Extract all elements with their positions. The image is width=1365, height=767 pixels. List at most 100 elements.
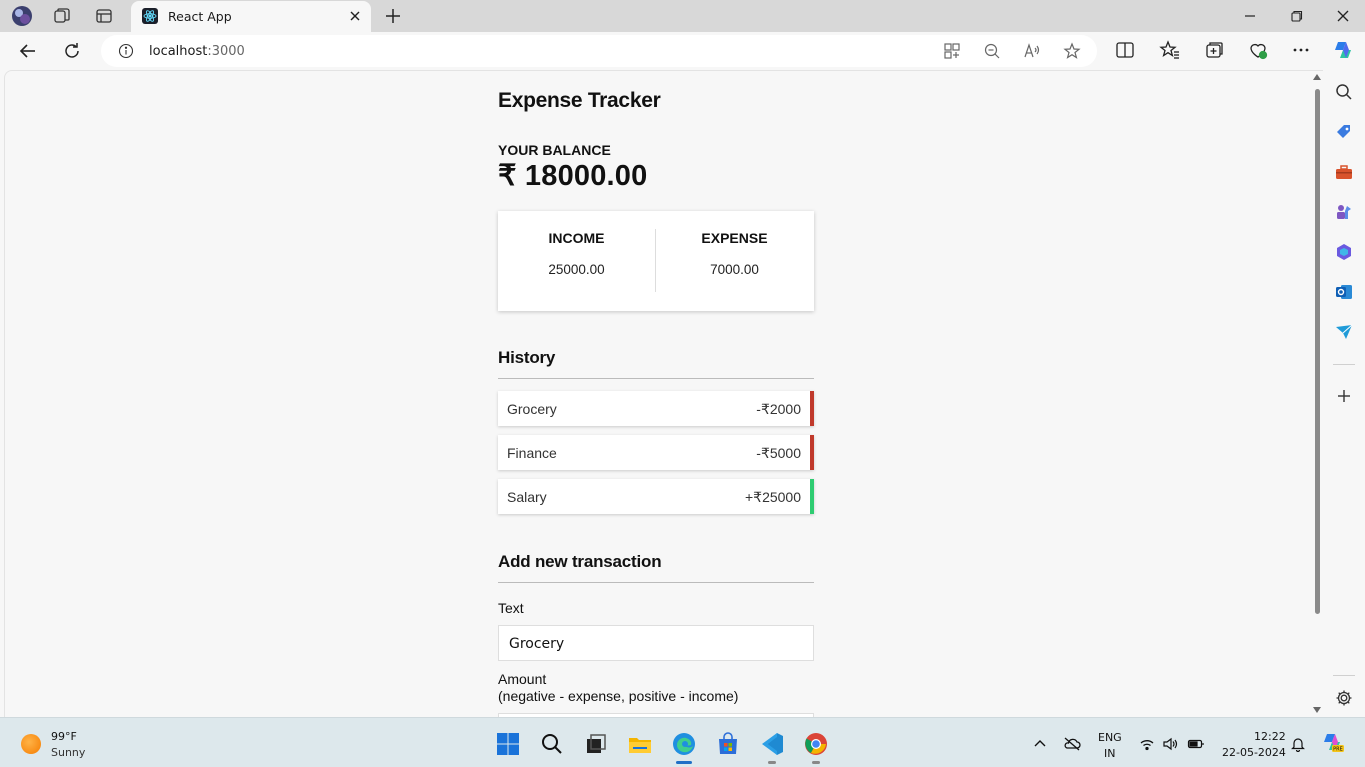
tab-title: React App	[168, 9, 232, 24]
history-item-text: Salary	[507, 489, 547, 505]
browser-essentials-icon[interactable]	[1247, 39, 1269, 61]
history-item-amount: -₹2000	[756, 401, 801, 417]
file-explorer-icon[interactable]	[627, 731, 653, 757]
history-item-amount: +₹25000	[744, 489, 801, 505]
tab-actions-icon[interactable]	[92, 4, 116, 28]
add-sidebar-app-icon[interactable]	[1334, 386, 1354, 406]
sun-weather-icon[interactable]	[21, 734, 41, 754]
amount-hint: (negative - expense, positive - income)	[498, 688, 739, 704]
office-icon[interactable]	[1334, 242, 1354, 262]
refresh-icon[interactable]	[60, 39, 84, 63]
tab-react-app[interactable]: React App	[131, 1, 371, 32]
battery-icon[interactable]	[1187, 736, 1204, 752]
text-input[interactable]: Grocery	[498, 625, 814, 661]
weather-condition[interactable]: Sunny	[51, 746, 85, 759]
expense-label: EXPENSE	[701, 230, 768, 246]
task-view-icon[interactable]	[583, 731, 609, 757]
outlook-icon[interactable]	[1334, 282, 1354, 302]
copilot-preview-icon[interactable]: PRE	[1322, 732, 1344, 754]
expense-value: 7000.00	[710, 262, 759, 277]
running-app-indicator	[812, 761, 820, 764]
history-item-text: Finance	[507, 445, 557, 461]
url-text: localhost:3000	[149, 44, 245, 59]
active-app-indicator	[676, 761, 692, 764]
balance-label: YOUR BALANCE	[498, 142, 611, 158]
chrome-icon[interactable]	[803, 731, 829, 757]
income-value: 25000.00	[548, 262, 605, 277]
income-label: INCOME	[548, 230, 605, 246]
new-tab-button[interactable]	[381, 4, 405, 28]
add-transaction-heading: Add new transaction	[498, 552, 814, 583]
clock-time[interactable]: 12:22	[1254, 730, 1286, 743]
restore-icon[interactable]	[1284, 4, 1308, 28]
settings-gear-icon[interactable]	[1334, 688, 1354, 708]
edge-browser-icon[interactable]	[671, 731, 697, 757]
send-drop-icon[interactable]	[1334, 322, 1354, 342]
history-item[interactable]: Grocery -₹2000	[498, 391, 814, 426]
browser-tab-bar: React App	[0, 0, 1365, 32]
expense-indicator	[810, 435, 814, 470]
amount-label: Amount	[498, 671, 547, 687]
shopping-tag-icon[interactable]	[1334, 122, 1354, 142]
collections-icon[interactable]	[1203, 39, 1225, 61]
history-item[interactable]: Finance -₹5000	[498, 435, 814, 470]
more-menu-icon[interactable]	[1290, 39, 1312, 61]
search-icon[interactable]	[1334, 82, 1354, 102]
vscode-icon[interactable]	[759, 731, 785, 757]
expense-indicator	[810, 391, 814, 426]
zoom-out-icon[interactable]	[983, 42, 1001, 60]
income-expense-card: INCOME 25000.00 EXPENSE 7000.00	[498, 211, 814, 311]
scrollbar-thumb[interactable]	[1315, 89, 1320, 614]
text-input-value: Grocery	[509, 636, 565, 652]
edge-sidebar	[1323, 70, 1365, 717]
history-heading: History	[498, 348, 814, 379]
microsoft-store-icon[interactable]	[715, 731, 741, 757]
site-info-icon[interactable]	[118, 43, 134, 59]
favorites-icon[interactable]	[1159, 39, 1181, 61]
app-available-icon[interactable]	[943, 42, 961, 60]
vertical-scrollbar[interactable]	[1310, 71, 1323, 717]
tools-toolbox-icon[interactable]	[1334, 162, 1354, 182]
onedrive-offline-icon[interactable]	[1063, 736, 1081, 752]
sidebar-separator	[1333, 364, 1355, 365]
history-item-text: Grocery	[507, 401, 557, 417]
svg-text:PRE: PRE	[1333, 747, 1343, 753]
windows-start-icon[interactable]	[495, 731, 521, 757]
history-item[interactable]: Salary +₹25000	[498, 479, 814, 514]
language-indicator[interactable]: ENG	[1098, 731, 1122, 744]
workspaces-icon[interactable]	[50, 4, 74, 28]
expense-column: EXPENSE 7000.00	[656, 211, 813, 311]
clock-date[interactable]: 22-05-2024	[1222, 746, 1286, 759]
notification-bell-icon[interactable]	[1290, 736, 1306, 753]
scroll-up-arrow-icon[interactable]	[1313, 74, 1321, 80]
read-aloud-icon[interactable]	[1023, 42, 1041, 60]
close-window-icon[interactable]	[1331, 4, 1355, 28]
split-screen-icon[interactable]	[1114, 39, 1136, 61]
language-region[interactable]: IN	[1104, 747, 1115, 760]
sidebar-separator	[1333, 675, 1355, 676]
text-label: Text	[498, 600, 524, 616]
windows-taskbar: 99°F Sunny ENG IN 12:22 22-05-2024 PRE	[0, 717, 1365, 767]
taskbar-search-icon[interactable]	[539, 731, 565, 757]
back-arrow-icon[interactable]	[16, 39, 40, 63]
games-chess-icon[interactable]	[1334, 202, 1354, 222]
history-item-amount: -₹5000	[756, 445, 801, 461]
running-app-indicator	[768, 761, 776, 764]
balance-value: ₹ 18000.00	[498, 160, 648, 192]
profile-avatar-icon[interactable]	[10, 4, 34, 28]
weather-temperature[interactable]: 99°F	[51, 730, 77, 743]
react-logo-icon	[142, 8, 158, 24]
copilot-icon[interactable]	[1332, 39, 1354, 61]
volume-icon[interactable]	[1162, 736, 1178, 752]
minimize-icon[interactable]	[1238, 4, 1262, 28]
favorite-star-icon[interactable]	[1063, 42, 1081, 60]
income-indicator	[810, 479, 814, 514]
app-title: Expense Tracker	[498, 89, 661, 112]
browser-toolbar: localhost:3000	[0, 32, 1365, 70]
close-tab-icon[interactable]	[347, 8, 363, 24]
scroll-down-arrow-icon[interactable]	[1313, 707, 1321, 713]
chevron-up-icon[interactable]	[1032, 736, 1048, 752]
page-viewport: Expense Tracker YOUR BALANCE ₹ 18000.00 …	[4, 70, 1323, 717]
address-bar[interactable]: localhost:3000	[101, 35, 1097, 67]
wifi-icon[interactable]	[1139, 736, 1155, 752]
